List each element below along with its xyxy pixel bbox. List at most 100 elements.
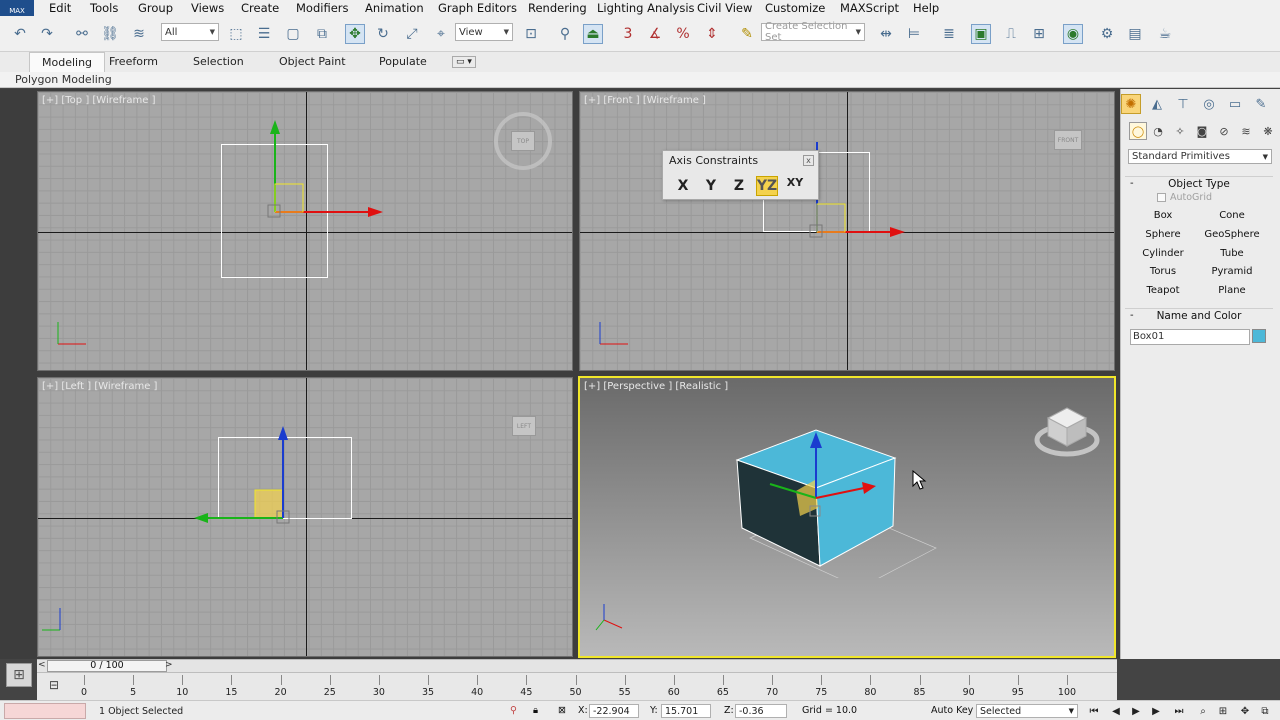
ribbon-tab-object-paint[interactable]: Object Paint	[279, 55, 346, 68]
absolute-mode-icon[interactable]: ⊠	[558, 705, 566, 716]
zoom-icon[interactable]: ⌕	[1196, 704, 1210, 718]
menu-modifiers[interactable]: Modifiers	[296, 1, 349, 15]
select-and-move-icon[interactable]: ✥	[345, 24, 365, 44]
align-icon[interactable]: ⊨	[904, 24, 924, 44]
modify-tab-icon[interactable]: ◭	[1147, 94, 1167, 114]
primitive-category-dropdown[interactable]: Standard Primitives ▼	[1128, 149, 1272, 164]
move-gizmo[interactable]	[258, 112, 398, 232]
menu-customize[interactable]: Customize	[765, 1, 825, 15]
lights-icon[interactable]: ✧	[1171, 122, 1189, 140]
track-bar[interactable]: ⊟ 0 5 10 15 20 25 30 35 40 45 50 55 60 65 70 75 80 85 90 95…	[37, 672, 1117, 700]
name-and-color-rollout[interactable]: - Name and Color	[1125, 308, 1273, 324]
select-object-icon[interactable]: ⬚	[226, 24, 246, 44]
create-tab-icon[interactable]: ✺	[1121, 94, 1141, 114]
layer-manager-icon[interactable]: ≣	[939, 24, 959, 44]
menu-create[interactable]: Create	[241, 1, 279, 15]
selection-filter-dropdown[interactable]: All ▼	[161, 23, 219, 41]
viewport-top-label[interactable]: [+] [Top ] [Wireframe ]	[42, 95, 156, 106]
window-crossing-icon[interactable]: ⧉	[312, 24, 332, 44]
maximize-viewport-icon[interactable]: ⧉	[1258, 704, 1272, 718]
cone-button[interactable]: Cone	[1199, 207, 1265, 224]
select-and-scale-icon[interactable]: ⤢	[402, 24, 422, 44]
cylinder-button[interactable]: Cylinder	[1130, 245, 1196, 262]
mini-curve-editor-icon[interactable]: ⊟	[45, 677, 63, 693]
utilities-tab-icon[interactable]: ✎	[1251, 94, 1271, 114]
menu-animation[interactable]: Animation	[365, 1, 424, 15]
space-warps-icon[interactable]: ≋	[1237, 122, 1255, 140]
constrain-y-button[interactable]: Y	[700, 176, 722, 196]
move-gizmo[interactable]	[188, 418, 308, 528]
tube-button[interactable]: Tube	[1199, 245, 1265, 262]
viewport-perspective-label[interactable]: [+] [Perspective ] [Realistic ]	[584, 381, 728, 392]
object-type-rollout[interactable]: - Object Type	[1125, 176, 1273, 192]
pyramid-button[interactable]: Pyramid	[1199, 263, 1265, 280]
systems-icon[interactable]: ❋	[1259, 122, 1277, 140]
time-slider-thumb[interactable]: 0 / 100	[47, 660, 167, 672]
curve-editor-icon[interactable]: ⎍	[1001, 24, 1021, 44]
helpers-icon[interactable]: ⊘	[1215, 122, 1233, 140]
next-frame-icon[interactable]: ▶	[1149, 704, 1163, 718]
torus-button[interactable]: Torus	[1130, 263, 1196, 280]
previous-frame-icon[interactable]: ◀	[1109, 704, 1123, 718]
menu-rendering[interactable]: Rendering	[528, 1, 587, 15]
pan-view-icon[interactable]: ✥	[1238, 704, 1252, 718]
graphite-modeling-tools-icon[interactable]: ▣	[971, 24, 991, 44]
viewport-left-label[interactable]: [+] [Left ] [Wireframe ]	[42, 381, 157, 392]
polygon-modeling-panel[interactable]: Polygon Modeling	[15, 73, 112, 86]
bind-space-warp-icon[interactable]: ≋	[129, 24, 149, 44]
render-production-icon[interactable]: ☕	[1155, 24, 1175, 44]
constrain-x-button[interactable]: X	[672, 176, 694, 196]
go-to-start-icon[interactable]: ⏮	[1087, 704, 1101, 718]
menu-civil-view[interactable]: Civil View	[697, 1, 752, 15]
ribbon-tab-modeling[interactable]: Modeling	[29, 52, 106, 72]
ribbon-tab-selection[interactable]: Selection	[193, 55, 244, 68]
spinner-snap-icon[interactable]: ⇕	[702, 24, 722, 44]
geometry-icon[interactable]: ◯	[1129, 122, 1147, 140]
object-color-swatch[interactable]	[1252, 329, 1266, 343]
rectangular-selection-icon[interactable]: ▢	[283, 24, 303, 44]
menu-help[interactable]: Help	[913, 1, 939, 15]
undo-icon[interactable]: ↶	[10, 24, 30, 44]
select-by-name-icon[interactable]: ☰	[254, 24, 274, 44]
percent-snap-icon[interactable]: %	[673, 24, 693, 44]
key-filter-dropdown[interactable]: Selected ▼	[976, 704, 1078, 718]
viewport-front-label[interactable]: [+] [Front ] [Wireframe ]	[584, 95, 706, 106]
time-prev-button[interactable]: <	[38, 660, 46, 670]
select-link-icon[interactable]: ⚯	[72, 24, 92, 44]
maxscript-listener[interactable]	[4, 703, 86, 719]
menu-views[interactable]: Views	[191, 1, 224, 15]
zoom-extents-icon[interactable]: ⊞	[1216, 704, 1230, 718]
viewport-layout-icon[interactable]: ⊞	[6, 663, 32, 687]
auto-key-button[interactable]: Auto Key	[931, 705, 973, 716]
display-tab-icon[interactable]: ▭	[1225, 94, 1245, 114]
viewcube-top[interactable]: TOP	[511, 131, 535, 151]
autogrid-checkbox[interactable]: AutoGrid	[1157, 192, 1212, 203]
snaps-toggle-icon[interactable]: 3	[618, 24, 638, 44]
keyboard-shortcut-override-icon[interactable]: ⏏	[583, 24, 603, 44]
motion-tab-icon[interactable]: ◎	[1199, 94, 1219, 114]
shapes-icon[interactable]: ◔	[1149, 122, 1167, 140]
viewport-left[interactable]: [+] [Left ] [Wireframe ] LEFT	[37, 377, 573, 657]
select-and-place-icon[interactable]: ⌖	[431, 24, 451, 44]
go-to-end-icon[interactable]: ⏭	[1172, 704, 1186, 718]
menu-group[interactable]: Group	[138, 1, 173, 15]
viewport-perspective[interactable]: [+] [Perspective ] [Realistic ]	[578, 376, 1116, 658]
geosphere-button[interactable]: GeoSphere	[1199, 226, 1265, 243]
object-name-field[interactable]: Box01	[1130, 329, 1250, 345]
render-setup-icon[interactable]: ⚙	[1097, 24, 1117, 44]
viewcube-front[interactable]: FRONT	[1054, 130, 1082, 150]
menu-edit[interactable]: Edit	[49, 1, 71, 15]
menu-graph-editors[interactable]: Graph Editors	[438, 1, 517, 15]
use-pivot-point-icon[interactable]: ⊡	[521, 24, 541, 44]
menu-tools[interactable]: Tools	[90, 1, 118, 15]
cameras-icon[interactable]: ◙	[1193, 122, 1211, 140]
box-button[interactable]: Box	[1130, 207, 1196, 224]
redo-icon[interactable]: ↷	[37, 24, 57, 44]
viewcube-perspective[interactable]	[1034, 402, 1100, 458]
viewport-front[interactable]: [+] [Front ] [Wireframe ] FRONT	[579, 91, 1115, 371]
application-button[interactable]: MAX	[0, 0, 34, 16]
edit-named-selection-icon[interactable]: ✎	[737, 24, 757, 44]
time-slider[interactable]: < 0 / 100 >	[37, 659, 1117, 672]
constrain-z-button[interactable]: Z	[728, 176, 750, 196]
ribbon-tab-freeform[interactable]: Freeform	[109, 55, 158, 68]
